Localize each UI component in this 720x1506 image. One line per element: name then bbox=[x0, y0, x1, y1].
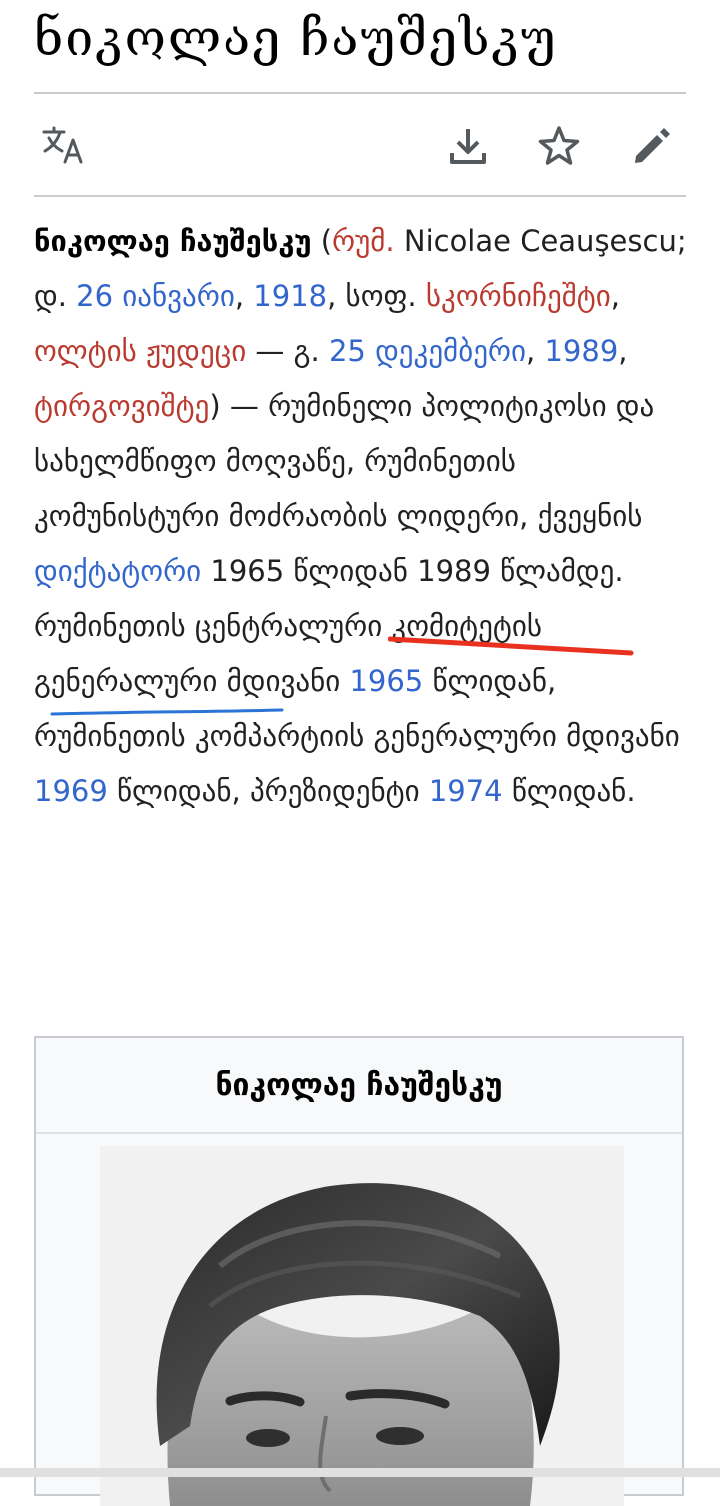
death-place-link[interactable]: ტირგოვიშტე bbox=[34, 389, 209, 423]
watch-star-button[interactable] bbox=[535, 122, 583, 170]
download-icon bbox=[450, 129, 486, 164]
president-year-link[interactable]: 1974 bbox=[429, 774, 503, 808]
title-divider bbox=[34, 92, 686, 94]
dictator-link[interactable]: დიქტატორი bbox=[34, 554, 201, 588]
birth-village-link[interactable]: სკორნიჩეშტი bbox=[426, 279, 611, 313]
page-title: ნიკოლაე ჩაუშესკუ bbox=[34, 9, 558, 67]
death-year-link[interactable]: 1989 bbox=[544, 334, 618, 368]
portrait-photo[interactable] bbox=[100, 1146, 624, 1506]
dictatorship-period: 1965 წლიდან 1989 წლამდე. bbox=[201, 554, 624, 588]
birth-county-link[interactable]: ოლტის ჟუდეცი bbox=[34, 334, 246, 368]
toolbar-divider bbox=[34, 195, 686, 197]
bottom-edge bbox=[0, 1468, 720, 1477]
infobox-divider bbox=[36, 1132, 682, 1134]
star-icon bbox=[538, 126, 580, 165]
language-button[interactable] bbox=[40, 122, 88, 170]
edit-button[interactable] bbox=[628, 122, 676, 170]
romanian-language-link[interactable]: რუმ. bbox=[332, 224, 395, 258]
infobox: ნიკოლაე ჩაუშესკუ bbox=[34, 1036, 684, 1506]
download-button[interactable] bbox=[444, 122, 492, 170]
birth-date-link[interactable]: 26 იანვარი bbox=[76, 279, 235, 313]
lead-paragraph: ნიკოლაე ჩაუშესკუ (რუმ. Nicolae Ceauşescu… bbox=[34, 224, 687, 808]
secretary-year-link[interactable]: 1965 bbox=[349, 664, 423, 698]
infobox-title: ნიკოლაე ჩაუშესკუ bbox=[215, 1067, 503, 1103]
pencil-icon bbox=[635, 128, 670, 163]
death-date-link[interactable]: 25 დეკემბერი bbox=[329, 334, 526, 368]
subject-name: ნიკოლაე ჩაუშესკუ bbox=[34, 224, 312, 258]
portrait-illustration bbox=[100, 1146, 624, 1506]
translate-icon bbox=[42, 126, 83, 164]
party-year-link[interactable]: 1969 bbox=[34, 774, 108, 808]
article-page: ნიკოლაე ჩაუშესკუ ნიკოლაე ჩაუშესკუ (რუმ. … bbox=[0, 0, 720, 1506]
birth-year-link[interactable]: 1918 bbox=[253, 279, 327, 313]
